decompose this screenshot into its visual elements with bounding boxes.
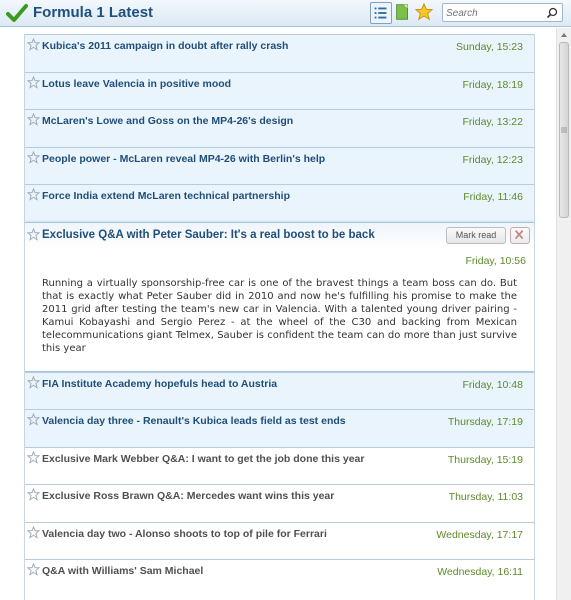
star-outline-icon[interactable] bbox=[27, 563, 40, 576]
star-outline-icon[interactable] bbox=[27, 113, 40, 126]
check-icon bbox=[6, 4, 28, 22]
list-item[interactable]: Lotus leave Valencia in positive mood Fr… bbox=[25, 71, 534, 109]
star-outline-icon[interactable] bbox=[27, 227, 40, 241]
item-date: Friday, 11:46 bbox=[463, 191, 523, 203]
vertical-scrollbar[interactable] bbox=[556, 28, 571, 600]
item-date: Thursday, 17:19 bbox=[447, 416, 523, 428]
item-date: Wednesday, 16:11 bbox=[437, 566, 523, 578]
list-item[interactable]: Force India extend McLaren technical par… bbox=[25, 184, 534, 222]
star-outline-icon[interactable] bbox=[27, 413, 40, 426]
item-title[interactable]: Exclusive Mark Webber Q&A: I want to get… bbox=[42, 453, 364, 465]
item-title[interactable]: Valencia day two - Alonso shoots to top … bbox=[42, 528, 327, 540]
star-outline-icon[interactable] bbox=[27, 488, 40, 501]
list-view-button[interactable] bbox=[370, 2, 392, 24]
list-item[interactable]: People power - McLaren reveal MP4-26 wit… bbox=[25, 146, 534, 184]
list-item[interactable]: Valencia day three - Renault's Kubica le… bbox=[25, 409, 534, 447]
expanded-title[interactable]: Exclusive Q&A with Peter Sauber: It's a … bbox=[42, 229, 375, 241]
item-title[interactable]: People power - McLaren reveal MP4-26 wit… bbox=[42, 153, 325, 165]
star-outline-icon[interactable] bbox=[27, 150, 40, 164]
star-outline-icon[interactable] bbox=[27, 525, 40, 539]
item-title[interactable]: Valencia day three - Renault's Kubica le… bbox=[42, 415, 346, 427]
scroll-up-arrow-icon[interactable] bbox=[557, 28, 571, 42]
item-title[interactable]: Kubica's 2011 campaign in doubt after ra… bbox=[42, 40, 288, 52]
mark-read-button[interactable]: Mark read bbox=[446, 226, 506, 244]
grip-icon bbox=[561, 127, 567, 133]
search-icon[interactable] bbox=[546, 7, 558, 19]
star-outline-icon[interactable] bbox=[27, 38, 40, 51]
item-title[interactable]: Exclusive Ross Brawn Q&A: Mercedes want … bbox=[42, 490, 334, 502]
article-list: Kubica's 2011 campaign in doubt after ra… bbox=[24, 34, 535, 600]
expanded-date: Friday, 10:56 bbox=[465, 254, 526, 267]
search-box[interactable] bbox=[442, 3, 563, 22]
item-date: Friday, 13:22 bbox=[462, 116, 523, 128]
list-item[interactable]: Exclusive Ross Brawn Q&A: Mercedes want … bbox=[25, 484, 534, 522]
item-date: Friday, 18:19 bbox=[462, 78, 523, 91]
item-date: Thursday, 11:03 bbox=[448, 491, 523, 503]
close-button[interactable] bbox=[510, 226, 530, 244]
list-item[interactable]: McLaren's Lowe and Goss on the MP4-26's … bbox=[25, 109, 534, 147]
feed-button[interactable] bbox=[393, 2, 415, 24]
article-body: Running a virtually sponsorship-free car… bbox=[42, 277, 517, 354]
item-title[interactable]: Force India extend McLaren technical par… bbox=[42, 190, 290, 202]
search-input[interactable] bbox=[446, 6, 542, 20]
item-date: Sunday, 15:23 bbox=[456, 41, 523, 53]
feed-icon bbox=[396, 4, 408, 20]
scroll-thumb[interactable] bbox=[559, 42, 569, 218]
item-title[interactable]: FIA Institute Academy hopefuls head to A… bbox=[42, 378, 277, 390]
app-header: Formula 1 Latest bbox=[0, 0, 571, 27]
star-outline-icon[interactable] bbox=[27, 375, 40, 389]
item-title[interactable]: Q&A with Williams' Sam Michael bbox=[42, 565, 203, 577]
list-item[interactable]: Kubica's 2011 campaign in doubt after ra… bbox=[25, 34, 534, 72]
list-item[interactable]: Exclusive Mark Webber Q&A: I want to get… bbox=[25, 446, 534, 484]
starred-button[interactable] bbox=[414, 2, 436, 24]
list-item[interactable]: Q&A with Williams' Sam Michael Wednesday… bbox=[25, 559, 534, 597]
item-title[interactable]: Lotus leave Valencia in positive mood bbox=[42, 78, 231, 90]
star-outline-icon[interactable] bbox=[27, 75, 40, 89]
list-item[interactable]: FIA Institute Academy hopefuls head to A… bbox=[25, 371, 534, 409]
list-view-icon bbox=[374, 7, 387, 19]
app-title: Formula 1 Latest bbox=[33, 4, 154, 21]
star-outline-icon[interactable] bbox=[27, 188, 40, 201]
item-date: Friday, 10:48 bbox=[462, 378, 523, 391]
item-date: Thursday, 15:19 bbox=[447, 453, 523, 466]
item-title[interactable]: McLaren's Lowe and Goss on the MP4-26's … bbox=[42, 115, 293, 127]
expanded-article[interactable]: Exclusive Q&A with Peter Sauber: It's a … bbox=[25, 221, 534, 372]
star-outline-icon[interactable] bbox=[27, 450, 40, 464]
close-icon bbox=[514, 229, 524, 239]
star-icon bbox=[414, 2, 434, 21]
item-date: Wednesday, 17:17 bbox=[436, 528, 523, 541]
list-item[interactable]: Valencia day two - Alonso shoots to top … bbox=[25, 521, 534, 559]
item-date: Friday, 12:23 bbox=[462, 153, 523, 166]
